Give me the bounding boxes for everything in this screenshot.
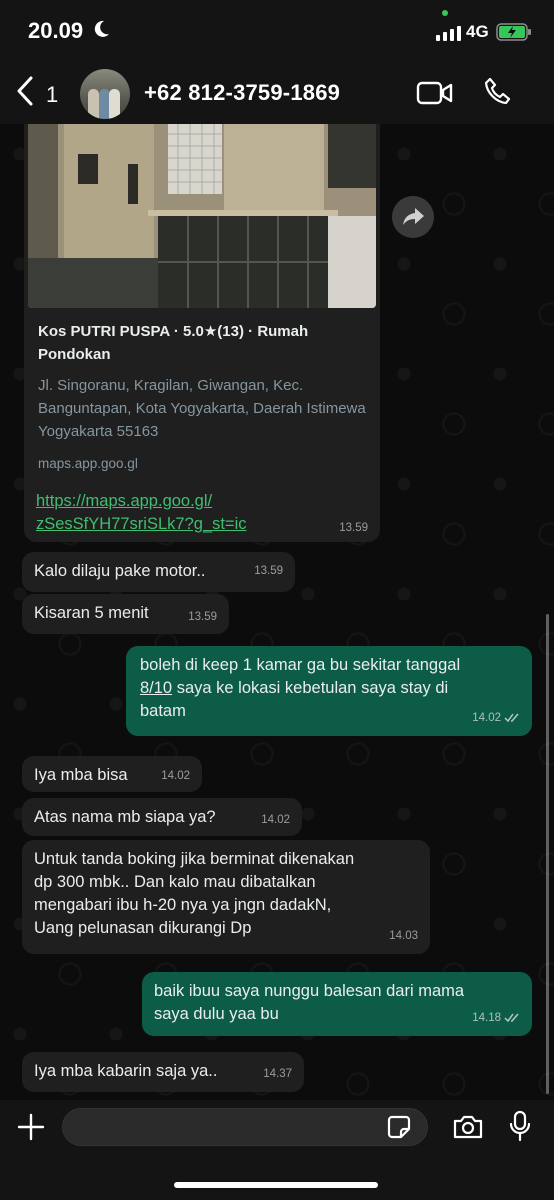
message-time: 13.59 [188,611,217,623]
message-text: Iya mba kabarin saja ya.. [34,1062,218,1080]
message-time: 13.59 [254,565,283,577]
building-image [28,124,376,308]
message-text: Kalo dilaju pake motor.. [34,562,206,580]
incoming-message[interactable]: Kisaran 5 menit 13.59 [22,594,229,634]
place-title[interactable]: Kos PUTRI PUSPA · 5.0★(13) · Rumah Pondo… [38,320,368,366]
battery-icon [496,23,531,41]
message-line: Uang pelunasan dikurangi Dp [34,919,252,937]
message-time: 14.37 [263,1068,292,1080]
read-receipt-icon [504,1013,519,1023]
phone-call-icon[interactable] [482,76,514,108]
date-link[interactable]: 8/10 [140,679,172,697]
incoming-message[interactable]: Atas nama mb siapa ya? 14.02 [22,798,302,836]
message-time: 14.02 [472,707,520,730]
link-preview-message[interactable]: Kos PUTRI PUSPA · 5.0★(13) · Rumah Pondo… [24,124,380,542]
plus-icon[interactable] [16,1112,46,1142]
unread-count[interactable]: 1 [46,82,58,108]
incoming-message[interactable]: Kalo dilaju pake motor.. 13.59 [22,552,295,592]
location-photo[interactable] [28,124,376,308]
message-time: 14.02 [261,814,290,826]
maps-link-line2[interactable]: zSesSfYH77sriSLk7?g_st=ic [36,513,246,536]
privacy-indicator [442,10,448,16]
chat-header: 1 +62 812-3759-1869 [0,62,554,124]
message-time: 14.03 [389,930,418,942]
message-text: Kisaran 5 menit [34,604,149,622]
maps-link[interactable]: https://maps.app.goo.gl/ zSesSfYH77sriSL… [36,490,246,536]
maps-link-line1[interactable]: https://maps.app.goo.gl/ [36,490,246,513]
forward-icon[interactable] [392,196,434,238]
place-address: Jl. Singoranu, Kragilan, Giwangan, Kec. … [38,377,366,440]
link-domain: maps.app.goo.gl [38,456,138,471]
status-bar: 20.09 4G [0,0,554,62]
message-text: Iya mba bisa [34,766,128,784]
network-label: 4G [466,22,489,41]
message-line: Untuk tanda boking jika berminat dikenak… [34,850,355,868]
camera-icon[interactable] [452,1114,484,1140]
incoming-message[interactable]: Iya mba bisa 14.02 [22,756,202,792]
message-text: Atas nama mb siapa ya? [34,808,216,826]
message-line: batam [140,702,186,720]
video-call-icon[interactable] [416,80,454,106]
message-line-rest: saya ke lokasi kebetulan saya stay di [172,679,449,697]
outgoing-message[interactable]: boleh di keep 1 kamar ga bu sekitar tang… [126,646,532,736]
incoming-message[interactable]: Iya mba kabarin saja ya.. 14.37 [22,1052,304,1092]
incoming-message[interactable]: Untuk tanda boking jika berminat dikenak… [22,840,430,954]
message-time: 14.02 [161,770,190,782]
status-time: 20.09 [28,18,84,43]
message-input[interactable] [62,1108,428,1146]
time-text: 14.18 [472,1012,501,1024]
message-line: dp 300 mbk.. Dan kalo mau dibatalkan [34,873,316,891]
scrollbar[interactable] [546,614,549,1094]
read-receipt-icon [504,713,519,723]
message-time: 14.18 [472,1007,520,1030]
moon-icon [94,20,109,37]
microphone-icon[interactable] [508,1110,532,1142]
back-icon[interactable] [14,74,38,108]
message-line: saya dulu yaa bu [154,1005,279,1023]
home-indicator [174,1182,378,1188]
avatar[interactable] [80,69,130,119]
message-time: 13.59 [339,522,368,534]
contact-name[interactable]: +62 812-3759-1869 [144,80,340,106]
sticker-icon[interactable] [386,1114,412,1140]
outgoing-message[interactable]: baik ibuu saya nunggu balesan dari mama … [142,972,532,1036]
message-line: mengabari ibu h-20 nya ya jngn dadakN, [34,896,332,914]
chat-area[interactable]: Kos PUTRI PUSPA · 5.0★(13) · Rumah Pondo… [0,124,554,1100]
time-text: 14.02 [472,712,501,724]
signal-icon [436,25,461,41]
message-line: baik ibuu saya nunggu balesan dari mama [154,982,465,1000]
message-line: boleh di keep 1 kamar ga bu sekitar tang… [140,656,461,674]
message-line: 8/10 saya ke lokasi kebetulan saya stay … [140,677,520,700]
